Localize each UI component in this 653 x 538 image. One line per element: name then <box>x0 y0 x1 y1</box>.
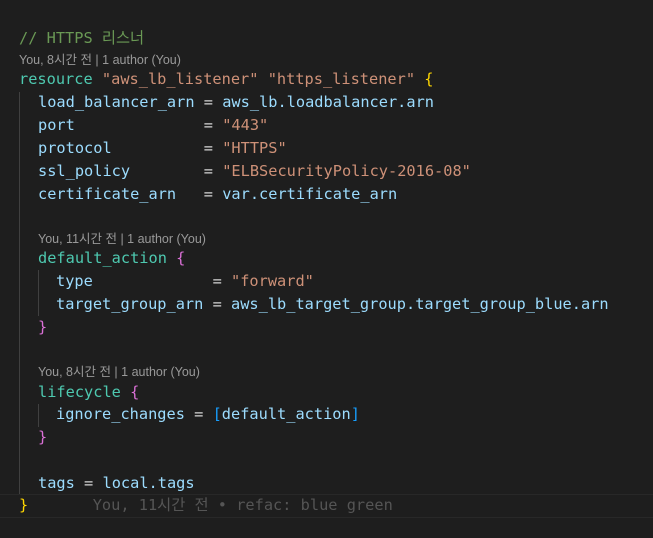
indent-guide <box>38 270 39 316</box>
bracket: [ <box>212 405 222 423</box>
brace: } <box>38 318 48 336</box>
closing-line: } You, 11시간 전 • refac: blue green <box>19 494 393 517</box>
attr-line: load_balancer_arn = aws_lb.loadbalancer.… <box>38 91 434 114</box>
inline-blame: You, 11시간 전 • refac: blue green <box>92 496 393 514</box>
attr-value: default_action <box>221 405 351 423</box>
attr-value: local.tags <box>102 474 195 492</box>
bracket: ] <box>350 405 360 423</box>
brace: } <box>19 496 29 514</box>
attr-key: tags <box>38 474 75 492</box>
attr-line: certificate_arn = var.certificate_arn <box>38 183 397 206</box>
equals: = <box>130 162 223 180</box>
attr-key: type <box>56 272 93 290</box>
attr-line: protocol = "HTTPS" <box>38 137 287 160</box>
brace: { <box>130 383 140 401</box>
attr-key: ssl_policy <box>38 162 131 180</box>
attr-value: "HTTPS" <box>222 139 287 157</box>
block-name: lifecycle <box>38 383 121 401</box>
attr-line: target_group_arn = aws_lb_target_group.t… <box>56 293 609 316</box>
resource-type: "aws_lb_listener" <box>101 70 259 88</box>
resource-line: resource "aws_lb_listener" "https_listen… <box>19 68 433 91</box>
brace: { <box>176 249 186 267</box>
equals: = <box>92 272 231 290</box>
equals: = <box>176 185 223 203</box>
indent-guide <box>38 404 39 427</box>
attr-value: aws_lb.loadbalancer.arn <box>222 93 435 111</box>
equals: = <box>184 405 213 423</box>
attr-line: ssl_policy = "ELBSecurityPolicy-2016-08" <box>38 160 471 183</box>
attr-key: protocol <box>38 139 112 157</box>
attr-line: port = "443" <box>38 114 268 137</box>
indent-guide <box>19 92 20 494</box>
attr-value: aws_lb_target_group.target_group_blue.ar… <box>231 295 609 313</box>
equals: = <box>111 139 223 157</box>
comment-line: // HTTPS 리스너 <box>19 29 145 47</box>
attr-key: target_group_arn <box>56 295 204 313</box>
block-line: default_action { <box>38 247 185 270</box>
block-name: default_action <box>38 249 167 267</box>
codelens-author[interactable]: You, 11시간 전 | 1 author (You) <box>38 230 206 248</box>
attr-value: "ELBSecurityPolicy-2016-08" <box>222 162 471 180</box>
codelens-author[interactable]: You, 8시간 전 | 1 author (You) <box>19 51 181 69</box>
equals: = <box>74 116 223 134</box>
attr-value: "443" <box>222 116 269 134</box>
attr-key: port <box>38 116 75 134</box>
codelens-author[interactable]: You, 8시간 전 | 1 author (You) <box>38 363 200 381</box>
brace: { <box>424 70 434 88</box>
keyword: resource <box>19 70 93 88</box>
attr-value: "forward" <box>231 272 314 290</box>
equals: = <box>74 474 103 492</box>
attr-key: certificate_arn <box>38 185 177 203</box>
brace: } <box>38 428 48 446</box>
attr-line: ignore_changes = [default_action] <box>56 403 360 426</box>
equals: = <box>203 295 231 313</box>
block-line: lifecycle { <box>38 381 139 404</box>
attr-line: type = "forward" <box>56 270 314 293</box>
attr-line: tags = local.tags <box>38 472 195 495</box>
attr-value: var.certificate_arn <box>222 185 398 203</box>
attr-key: ignore_changes <box>56 405 185 423</box>
resource-name: "https_listener" <box>267 70 416 88</box>
attr-key: load_balancer_arn <box>38 93 195 111</box>
equals: = <box>194 93 223 111</box>
